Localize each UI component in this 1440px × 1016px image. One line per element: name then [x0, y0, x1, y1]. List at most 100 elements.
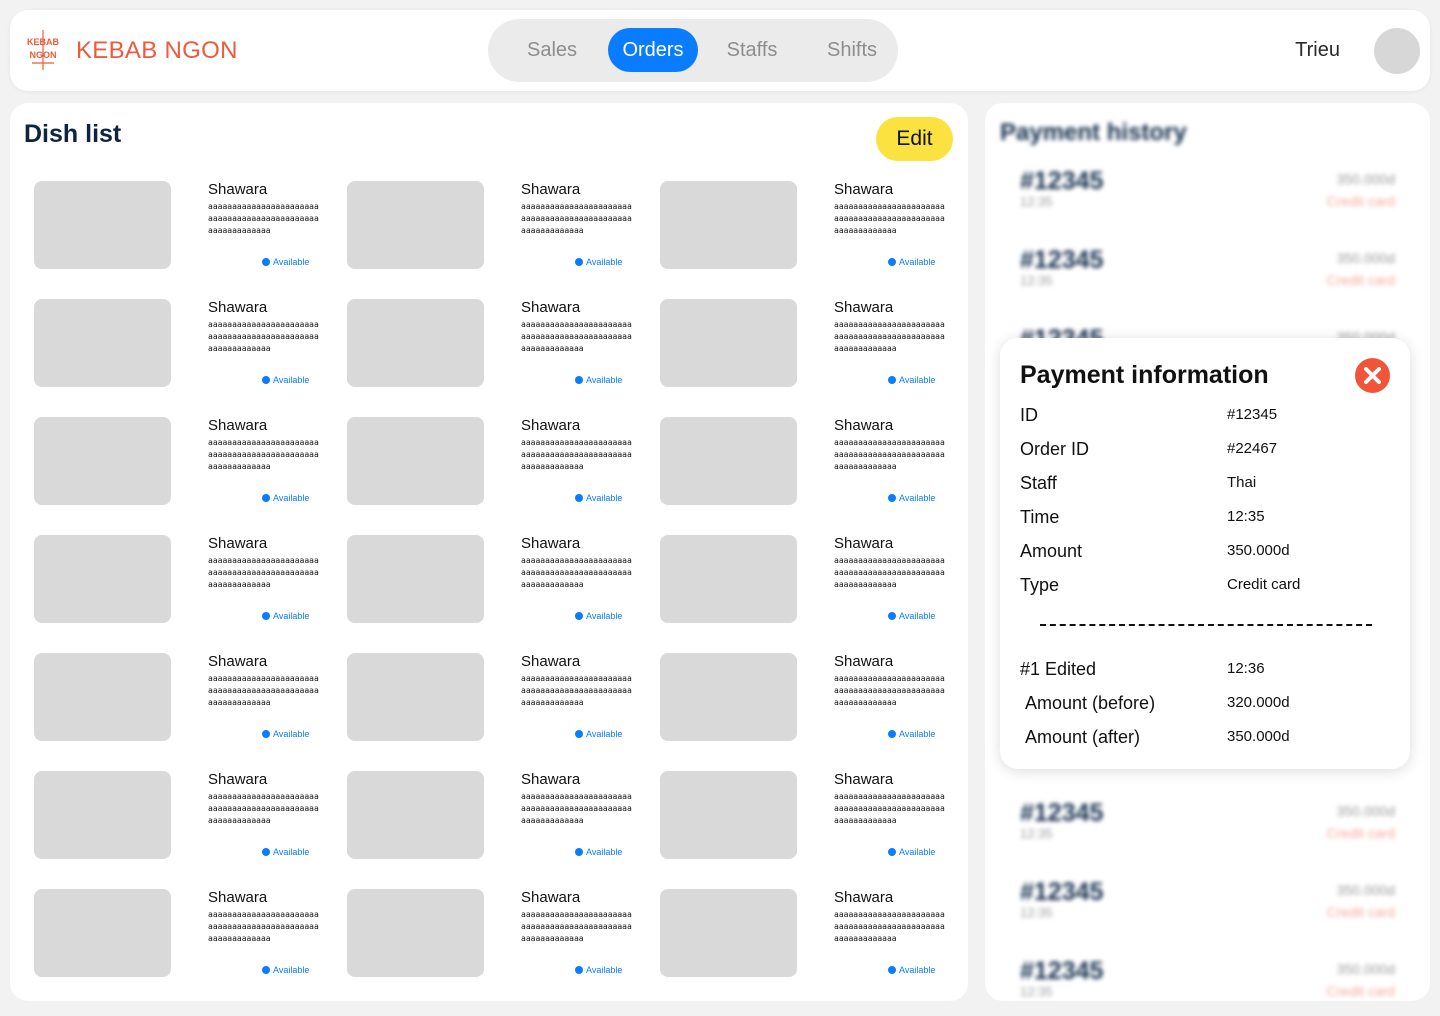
payment-id: #12345 — [1020, 878, 1104, 906]
dish-description: aaaaaaaaaaaaaaaaaaaaaaaaaaaaaaaaaaaaaaaa… — [208, 438, 319, 471]
dish-card[interactable]: Shawara aaaaaaaaaaaaaaaaaaaaaaaaaaaaaaaaa… — [347, 535, 647, 627]
payment-information-modal: Payment information ID #12345 Order ID #… — [1000, 338, 1410, 769]
dish-image — [34, 771, 171, 859]
dish-card[interactable]: Shawara aaaaaaaaaaaaaaaaaaaaaaaaaaaaaaaaa… — [347, 771, 647, 863]
dish-status: Available — [262, 375, 309, 385]
user-name[interactable]: Trieu — [1295, 39, 1340, 62]
dish-description: aaaaaaaaaaaaaaaaaaaaaaaaaaaaaaaaaaaaaaaa… — [208, 910, 319, 943]
dish-image — [660, 181, 797, 269]
info-value-id: #12345 — [1227, 406, 1278, 423]
payment-time: 12:35 — [1020, 826, 1053, 841]
dish-card[interactable]: Shawara aaaaaaaaaaaaaaaaaaaaaaaaaaaaaaaaa… — [347, 299, 647, 391]
dish-description: aaaaaaaaaaaaaaaaaaaaaaaaaaaaaaaaaaaaaaaa… — [521, 320, 632, 353]
dish-status: Available — [888, 493, 935, 503]
dish-image — [34, 181, 171, 269]
dish-name: Shawara — [834, 299, 894, 316]
dish-description: aaaaaaaaaaaaaaaaaaaaaaaaaaaaaaaaaaaaaaaa… — [208, 202, 319, 235]
payment-history-row[interactable]: #1234512:35 350.000d Credit card — [1020, 167, 1395, 213]
dish-card[interactable]: Shawara aaaaaaaaaaaaaaaaaaaaaaaaaaaaaaaaa… — [660, 417, 960, 509]
payment-history-row[interactable]: #1234512:35 350.000d Credit card — [1020, 957, 1395, 1001]
dish-image — [347, 653, 484, 741]
dish-name: Shawara — [208, 771, 268, 788]
dish-description: aaaaaaaaaaaaaaaaaaaaaaaaaaaaaaaaaaaaaaaa… — [834, 792, 945, 825]
dish-name: Shawara — [208, 299, 268, 316]
dish-status: Available — [575, 375, 622, 385]
payment-type: Credit card — [1326, 983, 1395, 999]
dish-card[interactable]: Shawara aaaaaaaaaaaaaaaaaaaaaaaaaaaaaaaaa… — [347, 653, 647, 745]
dish-name: Shawara — [834, 771, 894, 788]
edit-button[interactable]: Edit — [876, 117, 953, 161]
dish-card[interactable]: Shawara aaaaaaaaaaaaaaaaaaaaaaaaaaaaaaaaa… — [660, 771, 960, 863]
dish-card[interactable]: Shawara aaaaaaaaaaaaaaaaaaaaaaaaaaaaaaaaa… — [34, 889, 334, 981]
dish-name: Shawara — [208, 535, 268, 552]
dish-image — [660, 653, 797, 741]
kebab-logo-icon: KEBAB NGON — [27, 30, 59, 70]
dish-description: aaaaaaaaaaaaaaaaaaaaaaaaaaaaaaaaaaaaaaaa… — [208, 320, 319, 353]
dish-card[interactable]: Shawara aaaaaaaaaaaaaaaaaaaaaaaaaaaaaaaaa… — [34, 771, 334, 863]
payment-time: 12:35 — [1020, 984, 1053, 999]
close-button[interactable] — [1355, 358, 1390, 393]
payment-id: #12345 — [1020, 246, 1104, 274]
payment-history-row[interactable]: #1234512:35 350.000d Credit card — [1020, 878, 1395, 924]
payment-history-title: Payment history — [1000, 119, 1187, 146]
dish-card[interactable]: Shawara aaaaaaaaaaaaaaaaaaaaaaaaaaaaaaaaa… — [347, 889, 647, 981]
payment-amount: 350.000d — [1336, 803, 1395, 819]
nav-orders[interactable]: Orders — [608, 28, 698, 72]
payment-amount: 350.000d — [1336, 171, 1395, 187]
dish-card[interactable]: Shawara aaaaaaaaaaaaaaaaaaaaaaaaaaaaaaaaa… — [660, 299, 960, 391]
dish-description: aaaaaaaaaaaaaaaaaaaaaaaaaaaaaaaaaaaaaaaa… — [834, 556, 945, 589]
dish-card[interactable]: Shawara aaaaaaaaaaaaaaaaaaaaaaaaaaaaaaaaa… — [660, 535, 960, 627]
dish-name: Shawara — [521, 299, 581, 316]
dish-card[interactable]: Shawara aaaaaaaaaaaaaaaaaaaaaaaaaaaaaaaaa… — [347, 181, 647, 273]
edit-label-amount-after: Amount (after) — [1025, 727, 1141, 747]
dish-image — [660, 889, 797, 977]
info-value-order-id: #22467 — [1227, 440, 1278, 457]
edit-label-amount-before: Amount (before) — [1025, 693, 1156, 713]
dish-image — [34, 535, 171, 623]
dish-card[interactable]: Shawara aaaaaaaaaaaaaaaaaaaaaaaaaaaaaaaaa… — [34, 535, 334, 627]
main-nav: Sales Orders Staffs Shifts — [488, 19, 898, 82]
dish-card[interactable]: Shawara aaaaaaaaaaaaaaaaaaaaaaaaaaaaaaaaa… — [34, 181, 334, 273]
payment-amount: 350.000d — [1336, 250, 1395, 266]
dish-image — [34, 889, 171, 977]
brand-name: KEBAB NGON — [76, 37, 238, 64]
dish-list-panel: Dish list Edit Shawara aaaaaaaaaaaaaaaaaa… — [10, 103, 968, 1001]
dashed-divider — [1040, 624, 1372, 626]
info-value-time: 12:35 — [1227, 508, 1265, 525]
dish-name: Shawara — [834, 417, 894, 434]
dish-description: aaaaaaaaaaaaaaaaaaaaaaaaaaaaaaaaaaaaaaaa… — [834, 910, 945, 943]
dish-card[interactable]: Shawara aaaaaaaaaaaaaaaaaaaaaaaaaaaaaaaaa… — [660, 653, 960, 745]
payment-history-row[interactable]: #1234512:35 350.000d Credit card — [1020, 799, 1395, 845]
dish-card[interactable]: Shawara aaaaaaaaaaaaaaaaaaaaaaaaaaaaaaaaa… — [660, 889, 960, 981]
dish-status: Available — [575, 493, 622, 503]
dish-status: Available — [575, 729, 622, 739]
info-label-type: Type — [1020, 575, 1060, 595]
dish-card[interactable]: Shawara aaaaaaaaaaaaaaaaaaaaaaaaaaaaaaaaa… — [34, 653, 334, 745]
dish-description: aaaaaaaaaaaaaaaaaaaaaaaaaaaaaaaaaaaaaaaa… — [521, 674, 632, 707]
nav-sales[interactable]: Sales — [509, 28, 595, 72]
nav-shifts[interactable]: Shifts — [808, 28, 896, 72]
info-value-amount: 350.000d — [1227, 542, 1290, 559]
payment-type: Credit card — [1326, 825, 1395, 841]
dish-card[interactable]: Shawara aaaaaaaaaaaaaaaaaaaaaaaaaaaaaaaaa… — [34, 417, 334, 509]
dish-image — [347, 299, 484, 387]
dish-card[interactable]: Shawara aaaaaaaaaaaaaaaaaaaaaaaaaaaaaaaaa… — [34, 299, 334, 391]
info-label-staff: Staff — [1020, 473, 1057, 493]
dish-name: Shawara — [521, 889, 581, 906]
info-label-id: ID — [1020, 405, 1038, 425]
edit-label-edited: #1 Edited — [1020, 659, 1097, 679]
payment-amount: 350.000d — [1336, 882, 1395, 898]
dish-name: Shawara — [834, 889, 894, 906]
dish-card[interactable]: Shawara aaaaaaaaaaaaaaaaaaaaaaaaaaaaaaaaa… — [347, 417, 647, 509]
dish-status: Available — [888, 847, 935, 857]
dish-description: aaaaaaaaaaaaaaaaaaaaaaaaaaaaaaaaaaaaaaaa… — [208, 674, 319, 707]
nav-staffs[interactable]: Staffs — [708, 28, 796, 72]
dish-name: Shawara — [208, 889, 268, 906]
dish-status: Available — [888, 729, 935, 739]
dish-status: Available — [262, 847, 309, 857]
avatar[interactable] — [1374, 28, 1420, 74]
payment-history-row[interactable]: #1234512:35 350.000d Credit card — [1020, 246, 1395, 292]
dish-image — [34, 653, 171, 741]
dish-card[interactable]: Shawara aaaaaaaaaaaaaaaaaaaaaaaaaaaaaaaaa… — [660, 181, 960, 273]
dish-name: Shawara — [208, 417, 268, 434]
